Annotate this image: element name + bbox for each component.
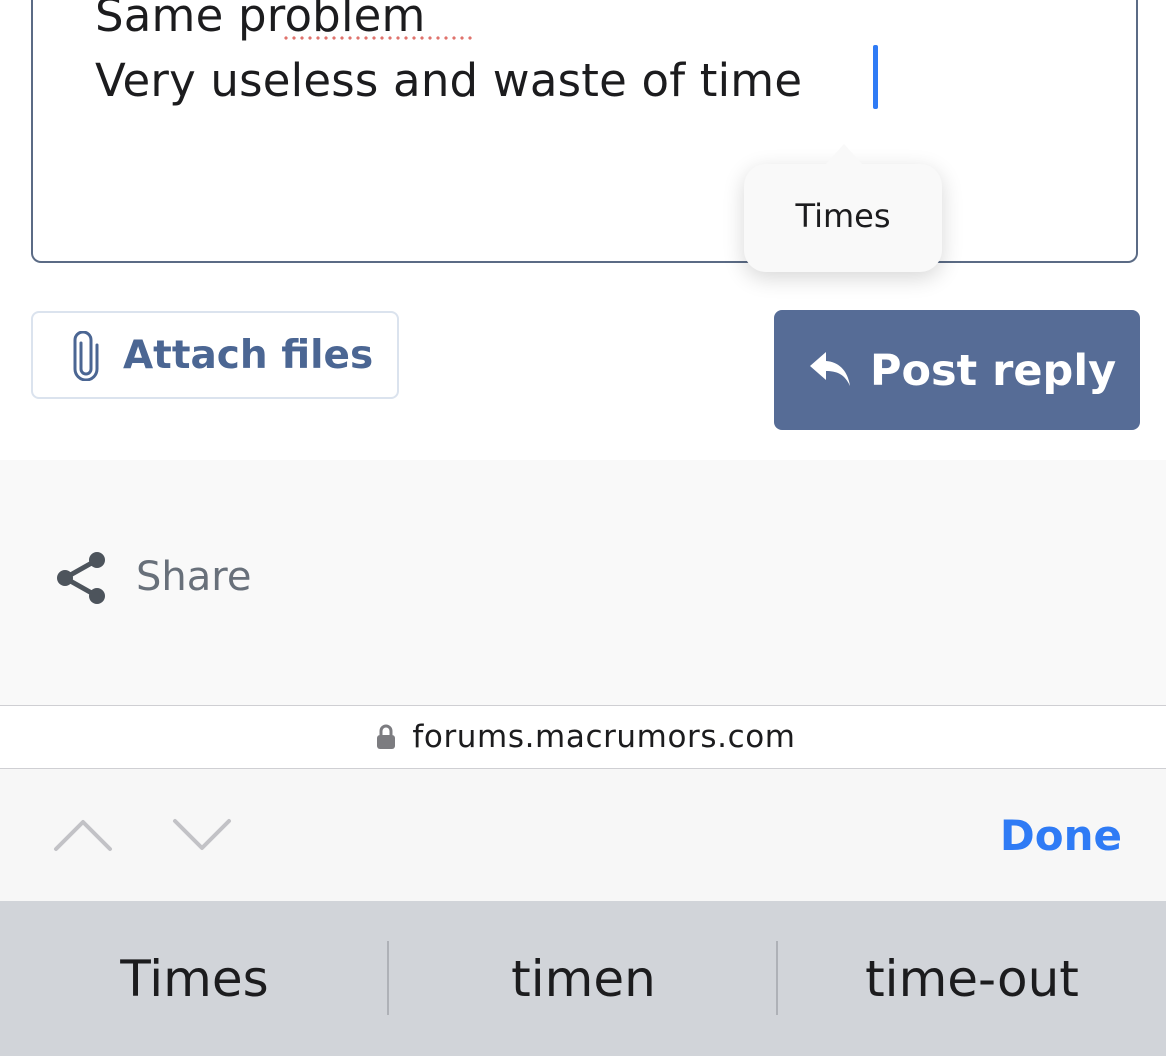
done-button[interactable]: Done [1000, 811, 1122, 860]
share-link[interactable]: Share [55, 548, 315, 608]
attach-files-button[interactable]: Attach files [31, 311, 399, 399]
autocorrect-bubble[interactable]: Times [744, 144, 942, 272]
chevron-up-icon[interactable] [52, 807, 114, 863]
paperclip-icon [73, 331, 99, 381]
url-bar-content: forums.macrumors.com [0, 706, 1166, 768]
predictive-suggestion[interactable]: Times [0, 901, 389, 1056]
share-icon [57, 552, 105, 604]
message-editor[interactable]: Same problem Very useless and waste of t… [31, 0, 1138, 263]
predictive-suggestion[interactable]: time-out [778, 901, 1166, 1056]
share-label: Share [136, 554, 252, 600]
chevron-down-icon[interactable] [171, 807, 233, 863]
predictive-suggestion[interactable]: timen [389, 901, 778, 1056]
share-section: Share [0, 460, 1166, 705]
editor-line-2: Very useless and waste of time [95, 54, 803, 107]
spellcheck-underline [282, 35, 474, 41]
predictive-text-bar: Times timen time-out [0, 901, 1166, 1056]
text-caret [873, 45, 878, 109]
post-reply-button[interactable]: Post reply [774, 310, 1140, 430]
reply-arrow-icon [810, 352, 850, 386]
bubble-tail [824, 144, 864, 166]
attach-files-label: Attach files [123, 333, 374, 378]
post-reply-label: Post reply [870, 346, 1117, 396]
autocorrect-suggestion: Times [795, 197, 891, 235]
url-bar[interactable]: forums.macrumors.com [0, 705, 1166, 769]
keyboard-accessory-bar: Done [0, 769, 1166, 901]
lock-icon [377, 724, 396, 749]
url-text: forums.macrumors.com [412, 719, 796, 755]
